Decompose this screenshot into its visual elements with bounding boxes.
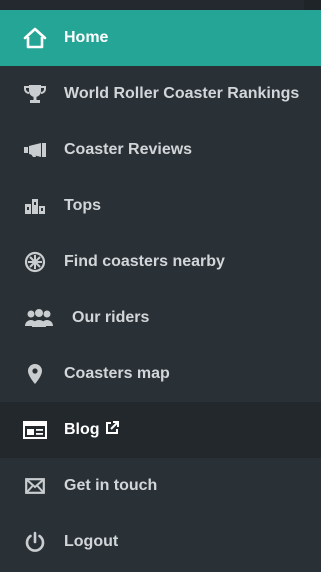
menu-item-blog[interactable]: Blog [0,402,321,458]
menu-item-contact[interactable]: Get in touch [0,458,321,514]
megaphone-icon [23,138,47,162]
menu-label-map: Coasters map [64,365,170,382]
menu-label-logout: Logout [64,533,119,550]
home-icon [23,26,47,50]
blog-label-text: Blog [64,421,100,438]
top-bar-edge [304,0,321,10]
power-icon [23,530,47,554]
menu-label-home: Home [64,29,109,46]
external-link-icon [105,420,119,440]
menu-item-reviews[interactable]: Coaster Reviews [0,122,321,178]
map-pin-icon [23,362,47,386]
menu-label-blog: Blog [64,420,119,440]
top-bar [0,0,321,10]
menu-label-tops: Tops [64,197,102,214]
menu-label-rankings: World Roller Coaster Rankings [64,85,300,102]
compass-icon [23,250,47,274]
menu-item-tops[interactable]: Tops [0,178,321,234]
menu-item-rankings[interactable]: World Roller Coaster Rankings [0,66,321,122]
menu-item-map[interactable]: Coasters map [0,346,321,402]
menu-label-nearby: Find coasters nearby [64,253,225,270]
podium-icon [23,194,47,218]
envelope-icon [23,474,47,498]
menu-label-riders: Our riders [72,309,150,326]
menu-item-nearby[interactable]: Find coasters nearby [0,234,321,290]
menu-item-home[interactable]: Home [0,10,321,66]
sidebar-menu: Home World Roller Coaster Rankings Coast… [0,10,321,570]
menu-item-logout[interactable]: Logout [0,514,321,570]
users-icon [24,306,54,330]
newspaper-icon [23,418,47,442]
menu-label-contact: Get in touch [64,477,158,494]
trophy-icon [23,82,47,106]
menu-label-reviews: Coaster Reviews [64,141,193,158]
menu-item-riders[interactable]: Our riders [0,290,321,346]
